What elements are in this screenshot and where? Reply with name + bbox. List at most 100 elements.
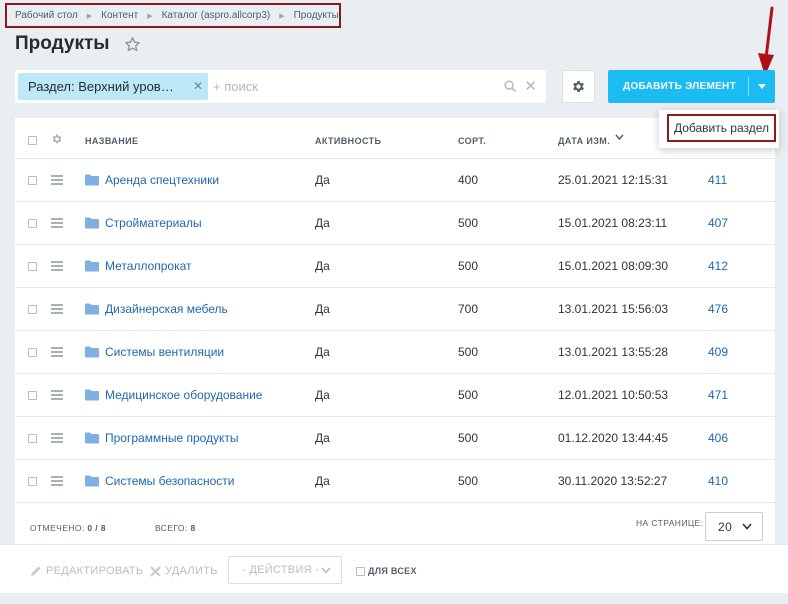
column-sort[interactable]: СОРТ. bbox=[458, 136, 486, 146]
row-menu-icon[interactable] bbox=[51, 390, 63, 402]
table-row[interactable]: Программные продукты Да 500 01.12.2020 13:4… bbox=[15, 417, 775, 460]
table-row[interactable]: Металлопрокат Да 500 15.01.2021 08:09:30 412 bbox=[15, 245, 775, 288]
row-name[interactable]: Аренда спецтехники bbox=[105, 173, 219, 187]
table-row[interactable]: Системы вентиляции Да 500 13.01.2021 13:55:… bbox=[15, 331, 775, 374]
breadcrumb-desktop[interactable]: Рабочий стол bbox=[15, 10, 78, 21]
total-count: ВСЕГО: 8 bbox=[155, 523, 196, 533]
row-active: Да bbox=[315, 173, 330, 187]
row-id[interactable]: 471 bbox=[708, 388, 728, 402]
breadcrumb-content[interactable]: Контент bbox=[101, 10, 138, 21]
add-element-button[interactable]: ДОБАВИТЬ ЭЛЕМЕНТ bbox=[608, 70, 775, 103]
row-checkbox[interactable] bbox=[28, 391, 37, 400]
row-id[interactable]: 412 bbox=[708, 259, 728, 273]
row-name[interactable]: Металлопрокат bbox=[105, 259, 192, 273]
per-page-label: НА СТРАНИЦЕ: bbox=[636, 518, 704, 528]
delete-label: УДАЛИТЬ bbox=[165, 565, 218, 577]
add-section-menu-item[interactable]: Добавить раздел bbox=[667, 114, 776, 142]
star-icon[interactable] bbox=[124, 36, 141, 53]
row-id[interactable]: 406 bbox=[708, 431, 728, 445]
row-name[interactable]: Медицинское оборудование bbox=[105, 388, 262, 402]
table-row[interactable]: Медицинское оборудование Да 500 12.01.2021 … bbox=[15, 374, 775, 417]
row-id[interactable]: 410 bbox=[708, 474, 728, 488]
for-all-checkbox[interactable] bbox=[356, 566, 365, 576]
folder-icon bbox=[85, 260, 99, 272]
row-menu-icon[interactable] bbox=[51, 433, 63, 445]
delete-action[interactable]: УДАЛИТЬ bbox=[150, 565, 218, 577]
search-icon[interactable] bbox=[504, 80, 517, 93]
row-id[interactable]: 476 bbox=[708, 302, 728, 316]
list-settings-button[interactable] bbox=[562, 70, 595, 103]
row-date: 15.01.2021 08:23:11 bbox=[558, 216, 668, 230]
row-active: Да bbox=[315, 474, 330, 488]
row-sort: 500 bbox=[458, 259, 479, 273]
row-date: 01.12.2020 13:44:45 bbox=[558, 431, 669, 445]
row-checkbox[interactable] bbox=[28, 348, 37, 357]
row-active: Да bbox=[315, 345, 330, 359]
row-sort: 500 bbox=[458, 345, 479, 359]
row-id[interactable]: 409 bbox=[708, 345, 728, 359]
for-all-toggle[interactable]: ДЛЯ ВСЕХ bbox=[356, 566, 417, 576]
column-active[interactable]: АКТИВНОСТЬ bbox=[315, 136, 381, 146]
row-checkbox[interactable] bbox=[28, 219, 37, 228]
list-card: НАЗВАНИЕ АКТИВНОСТЬ СОРТ. ДАТА ИЗМ. Арен… bbox=[0, 118, 788, 593]
row-name[interactable]: Стройматериалы bbox=[105, 216, 202, 230]
chevron-down-icon bbox=[321, 567, 331, 574]
edit-label: РЕДАКТИРОВАТЬ bbox=[46, 565, 144, 577]
chevron-right-icon: ▶ bbox=[279, 12, 285, 20]
row-date: 25.01.2021 12:15:31 bbox=[558, 173, 669, 187]
add-dropdown-menu: Добавить раздел bbox=[659, 110, 779, 148]
row-menu-icon[interactable] bbox=[51, 175, 63, 187]
column-name[interactable]: НАЗВАНИЕ bbox=[85, 136, 138, 146]
actions-select[interactable]: - ДЕЙСТВИЯ - bbox=[228, 556, 342, 584]
row-menu-icon[interactable] bbox=[51, 304, 63, 316]
row-menu-icon[interactable] bbox=[51, 218, 63, 230]
row-name[interactable]: Системы безопасности bbox=[105, 474, 234, 488]
per-page-value: 20 bbox=[718, 519, 733, 534]
row-menu-icon[interactable] bbox=[51, 347, 63, 359]
breadcrumb-catalog[interactable]: Каталог (aspro.allcorp3) bbox=[162, 10, 271, 21]
row-name[interactable]: Дизайнерская мебель bbox=[105, 302, 228, 316]
folder-icon bbox=[85, 475, 99, 487]
table-row[interactable]: Аренда спецтехники Да 400 25.01.2021 12:15:… bbox=[15, 159, 775, 202]
row-name[interactable]: Системы вентиляции bbox=[105, 345, 224, 359]
table-row[interactable]: Стройматериалы Да 500 15.01.2021 08:23:11 40… bbox=[15, 202, 775, 245]
search-input[interactable] bbox=[213, 79, 483, 94]
table-row[interactable]: Дизайнерская мебель Да 700 13.01.2021 15:56… bbox=[15, 288, 775, 331]
selected-value: 0 / 8 bbox=[87, 523, 106, 533]
row-checkbox[interactable] bbox=[28, 434, 37, 443]
row-sort: 500 bbox=[458, 216, 479, 230]
row-menu-icon[interactable] bbox=[51, 476, 63, 488]
row-checkbox[interactable] bbox=[28, 305, 37, 314]
row-sort: 500 bbox=[458, 474, 479, 488]
chevron-right-icon: ▶ bbox=[147, 12, 153, 20]
table-row[interactable]: Системы безопасности Да 500 30.11.2020 13:5… bbox=[15, 460, 775, 503]
row-checkbox[interactable] bbox=[28, 477, 37, 486]
chevron-down-icon bbox=[742, 523, 752, 530]
filter-tag-section[interactable]: Раздел: Верхний уров… ✕ bbox=[18, 73, 208, 100]
row-date: 13.01.2021 13:55:28 bbox=[558, 345, 669, 359]
column-date[interactable]: ДАТА ИЗМ. bbox=[558, 136, 610, 146]
breadcrumb-products[interactable]: Продукты bbox=[294, 10, 339, 21]
clear-search-icon[interactable]: ✕ bbox=[524, 79, 537, 94]
selected-label: ОТМЕЧЕНО: bbox=[30, 523, 85, 533]
tag-remove-icon[interactable]: ✕ bbox=[193, 79, 203, 93]
folder-icon bbox=[85, 303, 99, 315]
row-menu-icon[interactable] bbox=[51, 261, 63, 273]
filter-search-bar[interactable]: Раздел: Верхний уров… ✕ ✕ bbox=[15, 70, 546, 103]
add-menu-toggle[interactable] bbox=[749, 84, 775, 89]
select-all-checkbox[interactable] bbox=[28, 136, 37, 145]
row-name[interactable]: Программные продукты bbox=[105, 431, 239, 445]
row-active: Да bbox=[315, 302, 330, 316]
edit-action[interactable]: РЕДАКТИРОВАТЬ bbox=[30, 565, 143, 577]
row-active: Да bbox=[315, 388, 330, 402]
row-checkbox[interactable] bbox=[28, 262, 37, 271]
total-value: 8 bbox=[190, 523, 196, 533]
row-id[interactable]: 407 bbox=[708, 216, 728, 230]
folder-icon bbox=[85, 217, 99, 229]
per-page-select[interactable]: 20 bbox=[705, 512, 763, 541]
row-checkbox[interactable] bbox=[28, 176, 37, 185]
sort-down-icon[interactable] bbox=[615, 134, 624, 140]
row-sort: 500 bbox=[458, 431, 479, 445]
row-id[interactable]: 411 bbox=[708, 173, 727, 187]
column-settings-gear-icon[interactable] bbox=[51, 133, 63, 145]
